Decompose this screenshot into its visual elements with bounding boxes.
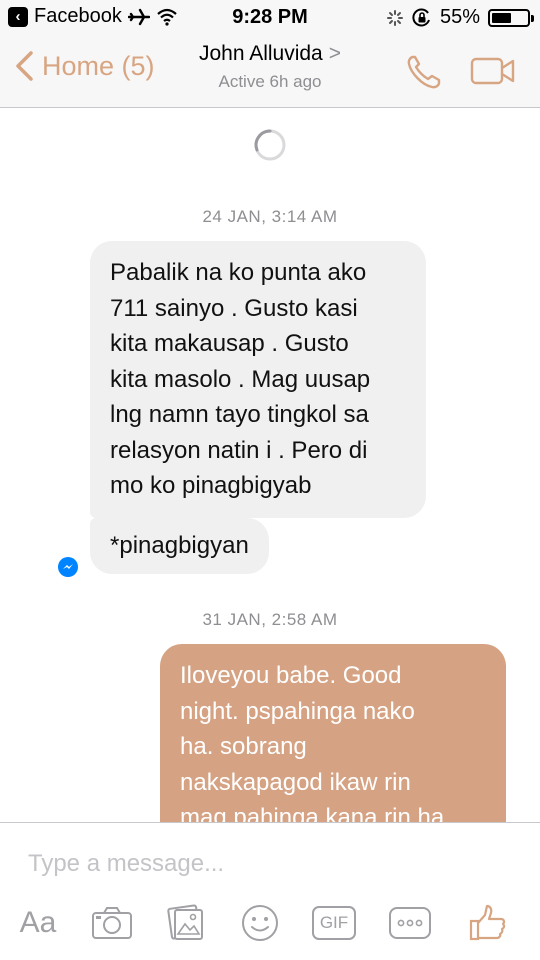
gif-label: GIF [319,913,349,932]
date-separator: 24 JAN, 3:14 AM [202,207,338,226]
message-line: *pinagbigyan [110,532,249,559]
seen-avatar-icon [58,557,78,577]
emoji-icon [242,905,278,941]
battery-icon [488,8,534,27]
loading-activity-icon [386,9,403,26]
incoming-message[interactable]: Pabalik na ko punta ako 711 sainyo . Gus… [90,241,426,518]
thumbs-up-icon [469,904,506,941]
message-line: relasyon natin i . Pero di [110,436,368,464]
text-style-button[interactable]: Aa [14,901,62,945]
message-line: night. pspahinga nako [180,697,415,725]
message-line: 711 sainyo . Gusto kasi [110,294,358,322]
chevron-right-icon: > [328,42,342,65]
status-right: 55% [386,6,534,29]
composer-toolbar: Aa GIF [0,901,540,951]
gif-icon: GIF [312,906,356,940]
message-line: Iloveyou babe. Good [180,662,402,689]
orientation-lock-icon [412,8,430,26]
call-button[interactable] [404,52,444,97]
message-line: lng namn tayo tingkol sa [110,401,369,428]
camera-icon [92,907,132,939]
text-style-label: Aa [19,906,57,939]
phone-icon [407,55,441,89]
active-status: Active 6h ago [218,72,322,91]
messenger-bolt-icon [63,564,73,569]
more-button[interactable] [386,901,434,945]
battery-percent: 55% [439,6,480,28]
outgoing-message[interactable]: Iloveyou babe. Good night. pspahinga nak… [160,644,506,822]
like-button[interactable] [466,901,510,945]
message-line: mag pahinga kana rin ha. [180,804,451,822]
status-bar: ‹ Facebook 9:28 PM 55% [0,0,540,34]
incoming-message[interactable]: *pinagbigyan [90,518,269,574]
message-line: mo ko pinagbigyab [110,472,312,499]
message-line: nakskapagod ikaw rin [180,768,411,796]
video-call-button[interactable] [470,56,516,91]
loading-spinner-icon [254,129,286,161]
contact-name[interactable]: John Alluvida [199,42,323,65]
more-icon [389,907,431,939]
photo-gallery-button[interactable] [164,901,208,945]
emoji-button[interactable] [238,901,282,945]
message-line: kita makausap . Gusto [110,330,349,357]
message-line: kita masolo . Mag uusap [110,365,371,393]
conversation-header: Home (5) John Alluvida > Active 6h ago [0,34,540,108]
gif-button[interactable]: GIF [310,901,358,945]
camera-button[interactable] [90,901,134,945]
message-list[interactable]: 24 JAN, 3:14 AM Pabalik na ko punta ako … [0,109,540,822]
message-input[interactable] [28,847,508,881]
message-line: ha. sobrang [180,733,307,760]
contact-title[interactable]: John Alluvida > [0,42,540,66]
message-line: Pabalik na ko punta ako [110,259,367,286]
video-camera-icon [470,57,515,85]
composer: Aa [0,822,540,960]
date-separator: 31 JAN, 2:58 AM [202,610,338,629]
photo-gallery-icon [167,904,203,940]
battery-fill [492,12,511,23]
